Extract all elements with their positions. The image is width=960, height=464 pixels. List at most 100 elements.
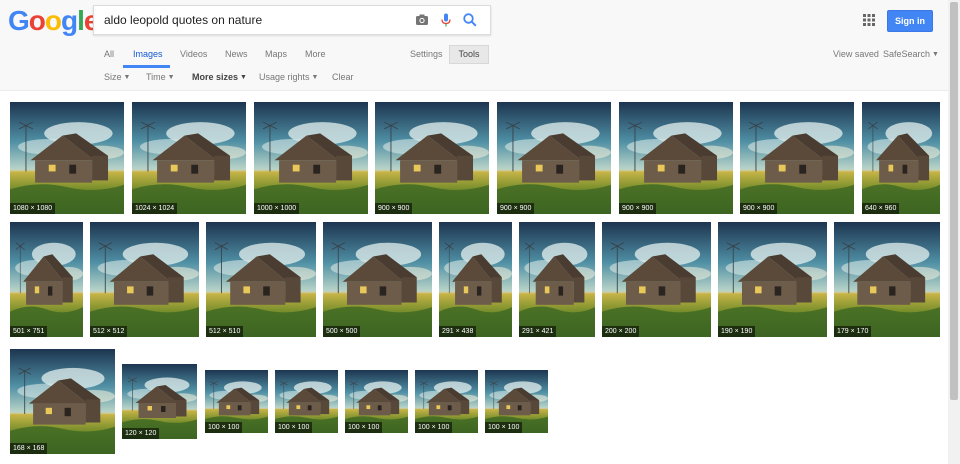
- search-icon[interactable]: [461, 11, 479, 29]
- logo-letter: l: [77, 5, 85, 36]
- house-landscape-image: [90, 222, 199, 337]
- scrollbar-thumb[interactable]: [950, 2, 958, 400]
- image-result[interactable]: 100 × 100: [345, 370, 408, 433]
- chevron-down-icon: ▼: [311, 74, 319, 81]
- image-dimensions: 291 × 438: [439, 326, 477, 337]
- chevron-down-icon: ▼: [123, 74, 131, 81]
- image-result[interactable]: 900 × 900: [497, 102, 611, 214]
- tab-all[interactable]: All: [104, 49, 114, 59]
- house-landscape-image: [619, 102, 733, 214]
- image-result[interactable]: 900 × 900: [375, 102, 489, 214]
- image-result[interactable]: 1000 × 1000: [254, 102, 368, 214]
- image-result[interactable]: 168 × 168: [10, 349, 115, 454]
- image-dimensions: 100 × 100: [275, 422, 313, 433]
- tab-videos[interactable]: Videos: [180, 49, 207, 59]
- tab-images[interactable]: Images: [133, 49, 163, 59]
- image-dimensions: 512 × 512: [90, 326, 128, 337]
- image-result[interactable]: 1024 × 1024: [132, 102, 246, 214]
- house-landscape-image: [834, 222, 940, 337]
- image-dimensions: 168 × 168: [10, 443, 48, 454]
- image-result[interactable]: 512 × 512: [90, 222, 199, 337]
- image-result[interactable]: 1080 × 1080: [10, 102, 124, 214]
- tab-more[interactable]: More: [305, 49, 326, 59]
- house-landscape-image: [439, 222, 512, 337]
- house-landscape-image: [497, 102, 611, 214]
- image-dimensions: 100 × 100: [485, 422, 523, 433]
- filter-time[interactable]: Time ▼: [146, 72, 175, 82]
- active-tab-indicator: [123, 65, 170, 68]
- logo-letter: G: [8, 5, 30, 36]
- image-dimensions: 500 × 500: [323, 326, 361, 337]
- image-dimensions: 190 × 190: [718, 326, 756, 337]
- image-result[interactable]: 291 × 438: [439, 222, 512, 337]
- house-landscape-image: [519, 222, 595, 337]
- settings-link[interactable]: Settings: [410, 49, 443, 59]
- image-dimensions: 512 × 510: [206, 326, 244, 337]
- image-result[interactable]: 291 × 421: [519, 222, 595, 337]
- image-result[interactable]: 640 × 960: [862, 102, 940, 214]
- search-box: [93, 5, 491, 35]
- image-result[interactable]: 100 × 100: [275, 370, 338, 433]
- filter-usage-rights[interactable]: Usage rights ▼: [259, 72, 318, 82]
- image-dimensions: 900 × 900: [619, 203, 657, 214]
- safesearch-label: SafeSearch: [883, 49, 931, 59]
- image-dimensions: 1000 × 1000: [254, 203, 300, 214]
- logo-letter: o: [28, 5, 46, 36]
- search-input[interactable]: [104, 11, 404, 29]
- camera-icon[interactable]: [413, 11, 431, 29]
- tab-maps[interactable]: Maps: [265, 49, 287, 59]
- house-landscape-image: [10, 222, 83, 337]
- page-scrollbar[interactable]: [948, 0, 960, 464]
- filter-label: Size: [104, 72, 122, 82]
- chevron-down-icon: ▼: [932, 51, 939, 58]
- header-bar: Google Sign in All Images Videos News Ma…: [0, 0, 948, 91]
- image-result[interactable]: 500 × 500: [323, 222, 432, 337]
- image-dimensions: 291 × 421: [519, 326, 557, 337]
- house-landscape-image: [254, 102, 368, 214]
- image-dimensions: 100 × 100: [205, 422, 243, 433]
- image-result[interactable]: 900 × 900: [740, 102, 854, 214]
- image-result[interactable]: 200 × 200: [602, 222, 711, 337]
- house-landscape-image: [10, 102, 124, 214]
- safesearch-menu[interactable]: SafeSearch ▼: [883, 49, 939, 59]
- microphone-icon[interactable]: [437, 11, 455, 29]
- image-dimensions: 640 × 960: [862, 203, 900, 214]
- image-dimensions: 900 × 900: [740, 203, 778, 214]
- view-saved-link[interactable]: View saved: [833, 49, 879, 59]
- tab-news[interactable]: News: [225, 49, 248, 59]
- image-result[interactable]: 900 × 900: [619, 102, 733, 214]
- image-result[interactable]: 179 × 170: [834, 222, 940, 337]
- image-result[interactable]: 100 × 100: [485, 370, 548, 433]
- apps-grid-icon[interactable]: [862, 13, 876, 27]
- image-dimensions: 900 × 900: [375, 203, 413, 214]
- house-landscape-image: [132, 102, 246, 214]
- image-result[interactable]: 501 × 751: [10, 222, 83, 337]
- image-dimensions: 200 × 200: [602, 326, 640, 337]
- filter-label: More sizes: [192, 72, 239, 82]
- chevron-down-icon: ▼: [167, 74, 175, 81]
- logo-letter: o: [44, 5, 62, 36]
- filter-more-sizes[interactable]: More sizes ▼: [192, 72, 247, 82]
- image-dimensions: 100 × 100: [415, 422, 453, 433]
- sign-in-button[interactable]: Sign in: [887, 10, 933, 32]
- filter-label: Usage rights: [259, 72, 310, 82]
- image-dimensions: 1080 × 1080: [10, 203, 56, 214]
- house-landscape-image: [862, 102, 940, 214]
- image-result[interactable]: 512 × 510: [206, 222, 316, 337]
- image-result[interactable]: 100 × 100: [415, 370, 478, 433]
- chevron-down-icon: ▼: [240, 74, 247, 81]
- filter-size[interactable]: Size ▼: [104, 72, 130, 82]
- image-result[interactable]: 120 × 120: [122, 364, 197, 439]
- filter-clear[interactable]: Clear: [332, 72, 354, 82]
- google-logo[interactable]: Google: [8, 4, 99, 38]
- image-result[interactable]: 190 × 190: [718, 222, 827, 337]
- filter-label: Time: [146, 72, 166, 82]
- image-dimensions: 100 × 100: [345, 422, 383, 433]
- house-landscape-image: [10, 349, 115, 454]
- image-dimensions: 120 × 120: [122, 428, 160, 439]
- image-result[interactable]: 100 × 100: [205, 370, 268, 433]
- house-landscape-image: [718, 222, 827, 337]
- image-dimensions: 1024 × 1024: [132, 203, 178, 214]
- image-dimensions: 501 × 751: [10, 326, 48, 337]
- tools-button[interactable]: Tools: [449, 45, 489, 64]
